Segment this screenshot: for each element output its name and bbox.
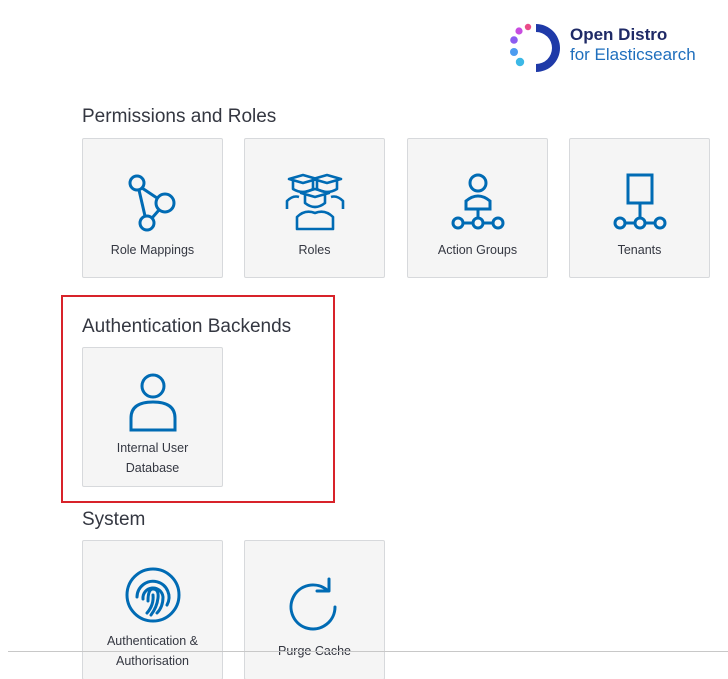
tile-label: Action Groups — [437, 243, 518, 257]
tile-role-mappings[interactable]: Role Mappings — [82, 138, 223, 278]
tile-internal-user-database[interactable]: Internal User Database — [82, 347, 223, 487]
tile-label-line2: Database — [125, 461, 180, 475]
section-title-system: System — [82, 509, 146, 530]
action-groups-icon — [451, 173, 504, 230]
fingerprint-icon — [125, 567, 180, 623]
tile-authentication-authorisation[interactable]: Authentication & Authorisation — [82, 540, 223, 679]
section-title-authentication: Authentication Backends — [82, 316, 292, 337]
security-config-page: Open Distro for Elasticsearch Permission… — [0, 0, 728, 679]
tile-label: Roles — [298, 243, 331, 257]
tile-tenants[interactable]: Tenants — [569, 138, 710, 278]
brand-name: Open Distro — [570, 25, 668, 44]
tile-purge-cache[interactable]: Purge Cache — [244, 540, 385, 679]
role-mappings-icon — [128, 174, 175, 232]
tile-roles[interactable]: Roles — [244, 138, 385, 278]
bottom-divider — [8, 651, 728, 652]
section-title-permissions: Permissions and Roles — [82, 106, 277, 127]
brand-subtitle: for Elasticsearch — [570, 45, 696, 64]
tile-label-line1: Authentication & — [106, 634, 199, 648]
tile-label-line1: Internal User — [116, 441, 189, 455]
roles-icon — [285, 173, 344, 231]
open-distro-logo-icon — [510, 23, 560, 72]
tile-label-line2: Authorisation — [116, 654, 189, 668]
tenants-icon — [613, 173, 666, 230]
open-distro-logo: Open Distro for Elasticsearch — [506, 22, 696, 74]
tile-action-groups[interactable]: Action Groups — [407, 138, 548, 278]
refresh-icon — [289, 577, 336, 631]
tile-label: Role Mappings — [110, 243, 195, 257]
tile-label: Tenants — [617, 243, 662, 257]
user-icon — [129, 373, 176, 432]
